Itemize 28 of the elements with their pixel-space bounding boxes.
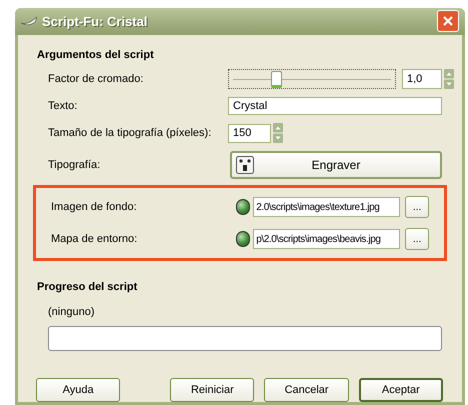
text-field[interactable]: Crystal	[228, 97, 442, 115]
dialog-button[interactable]: Ayuda	[36, 378, 120, 402]
field-label: Factor de cromado:	[48, 72, 144, 87]
dialog-button[interactable]: Reiniciar	[170, 378, 254, 402]
font-button[interactable]: Engraver	[230, 151, 442, 179]
field-label: Tipografía:	[48, 158, 102, 173]
file-path-field[interactable]: p\2.0\scripts\images\beavis.jpg	[253, 229, 400, 249]
spin-arrows-icon[interactable]	[444, 69, 454, 89]
section-title: Progreso del script	[37, 280, 138, 295]
section-title: Argumentos del script	[37, 48, 155, 62]
number-field[interactable]: 150	[228, 124, 271, 142]
progress-status: (ninguno)	[48, 304, 96, 320]
field-label: Tamaño de la tipografía (píxeles):	[48, 126, 212, 141]
close-button[interactable]	[437, 10, 459, 32]
file-path-field[interactable]: 2.0\scripts\images\texture1.jpg	[253, 197, 400, 217]
window-title: Script-Fu: Cristal	[42, 12, 148, 31]
dialog-button[interactable]: Cancelar	[264, 378, 349, 402]
field-label: Texto:	[48, 98, 78, 114]
slider[interactable]	[228, 69, 396, 89]
dialog-button[interactable]: Aceptar	[358, 378, 443, 402]
field-label: Imagen de fondo:	[51, 200, 138, 215]
spin-arrows-icon[interactable]	[273, 123, 283, 143]
browse-button[interactable]: ...	[405, 196, 429, 218]
number-field[interactable]: 1,0	[402, 69, 442, 89]
field-label: Mapa de entorno:	[51, 232, 138, 247]
close-icon	[442, 15, 454, 28]
brush-icon	[21, 16, 37, 26]
browse-button[interactable]: ...	[405, 228, 429, 250]
